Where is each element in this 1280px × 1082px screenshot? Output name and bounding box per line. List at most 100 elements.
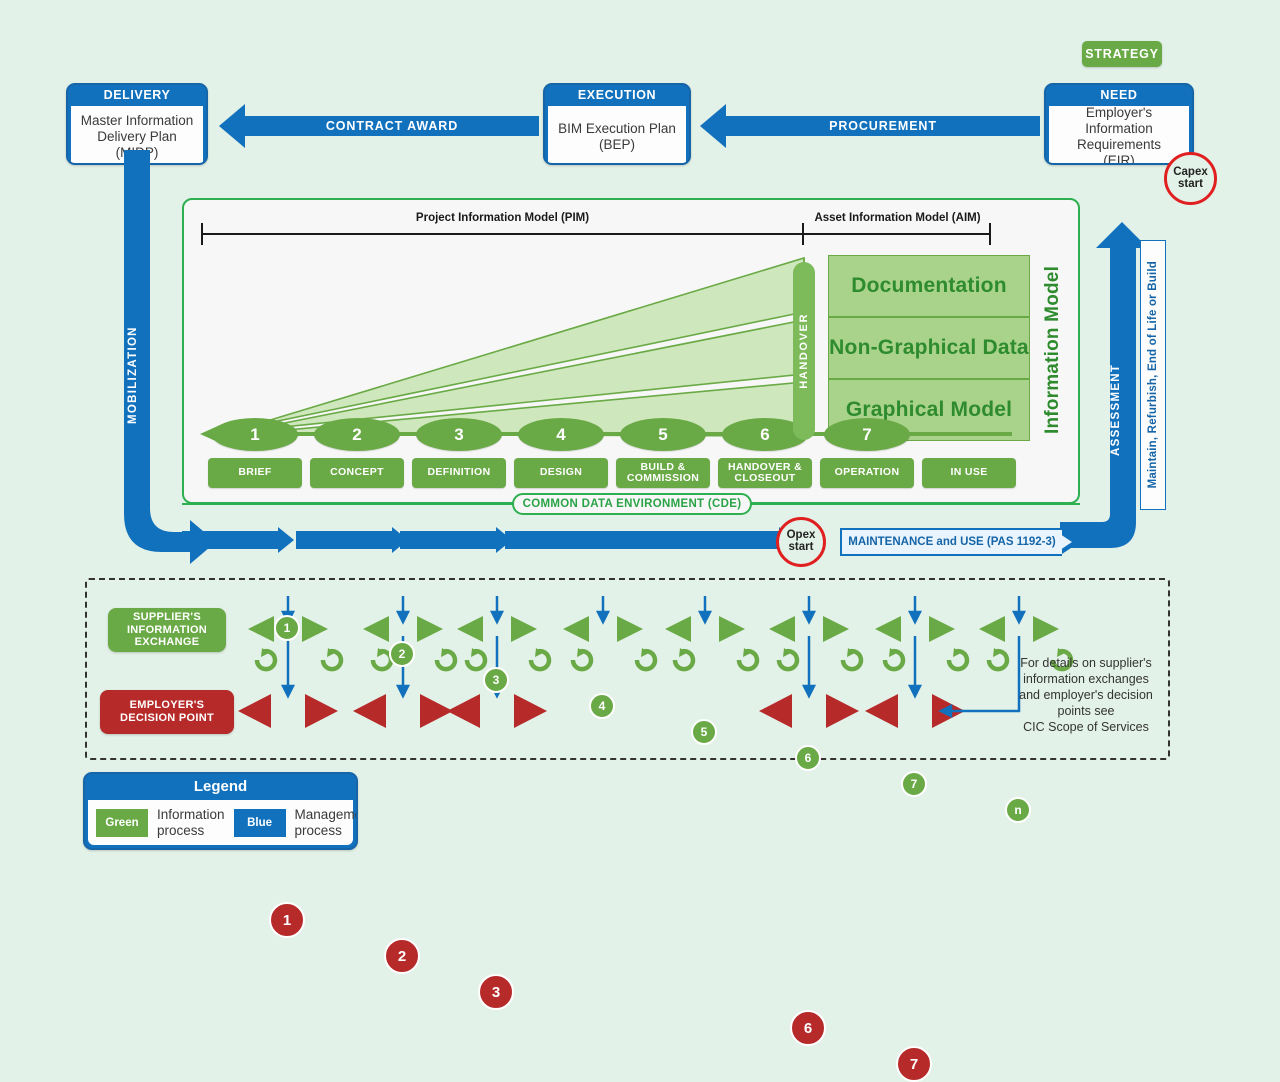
cic-note-line-1: For details on supplier's xyxy=(1020,656,1152,670)
chevron-shaft xyxy=(296,531,392,549)
information-model-label: Information Model xyxy=(1042,265,1063,435)
legend-management-line-1: Management xyxy=(294,807,356,823)
employer-node-6[interactable]: 6 xyxy=(790,1010,826,1046)
legend-body: Green Information process Blue Managemen… xyxy=(88,800,356,845)
employer-node-7[interactable]: 7 xyxy=(896,1046,932,1082)
contract-award-label: CONTRACT AWARD xyxy=(325,119,459,133)
stage-label-handover-closeout[interactable]: HANDOVER & CLOSEOUT xyxy=(718,458,812,488)
stage-ellipse-1-num: 1 xyxy=(250,424,260,444)
supplier-node-3-label: 3 xyxy=(492,673,500,687)
supplier-node-4-label: 4 xyxy=(598,699,606,713)
employer-node-7-label: 7 xyxy=(909,1055,919,1073)
stage-label-in-use-text: IN USE xyxy=(950,466,988,479)
supplier-node-4[interactable]: 4 xyxy=(589,693,615,719)
contract-award-arrow: CONTRACT AWARD xyxy=(219,104,539,148)
handover-label: HANDOVER xyxy=(798,313,810,389)
progress-chevron-1 xyxy=(182,527,294,553)
cic-note-line-2: information exchanges xyxy=(1023,672,1149,686)
supplier-node-n[interactable]: n xyxy=(1005,797,1031,823)
arrow-head-left-icon xyxy=(219,104,245,148)
supplier-node-n-label: n xyxy=(1014,803,1022,817)
legend-management-line-2: process xyxy=(294,822,342,838)
stage-ellipse-7-num: 7 xyxy=(862,424,872,444)
maintain-refurbish-label: Maintain, Refurbish, End of Life or Buil… xyxy=(1147,261,1159,489)
legend-panel: Legend Green Information process Blue Ma… xyxy=(83,772,358,850)
stage-label-in-use[interactable]: IN USE xyxy=(922,458,1016,488)
stage-label-concept[interactable]: CONCEPT xyxy=(310,458,404,488)
employer-node-2-label: 2 xyxy=(397,947,407,965)
supplier-node-1-label: 1 xyxy=(283,621,291,635)
cde-badge: COMMON DATA ENVIRONMENT (CDE) xyxy=(512,493,752,515)
legend-text-information: Information process xyxy=(157,807,225,838)
stage-label-concept-text: CONCEPT xyxy=(330,466,384,479)
aim-block-non-graphical-data: Non-Graphical Data xyxy=(828,317,1030,379)
delivery-card-header: DELIVERY xyxy=(103,88,171,102)
chevron-head-icon xyxy=(278,527,294,553)
delivery-line-1: Master Information xyxy=(80,113,194,129)
maintenance-use-arrow: MAINTENANCE and USE (PAS 1192-3) xyxy=(840,528,1080,556)
employer-node-1-label: 1 xyxy=(282,911,292,929)
cic-note-line-5: CIC Scope of Services xyxy=(1023,720,1149,734)
legend-swatch-blue: Blue xyxy=(233,808,286,837)
supplier-node-7-label: 7 xyxy=(910,777,918,791)
stage-ellipse-1[interactable]: 1 xyxy=(212,418,298,451)
stage-label-brief[interactable]: BRIEF xyxy=(208,458,302,488)
supplier-node-1[interactable]: 1 xyxy=(274,615,300,641)
aim-block-non-graphical-data-label: Non-Graphical Data xyxy=(829,336,1029,359)
capex-line-2: start xyxy=(1178,177,1203,190)
delivery-line-2: Delivery Plan xyxy=(97,129,177,145)
need-line-2: Requirements xyxy=(1076,137,1162,152)
stage-ellipse-2-num: 2 xyxy=(352,424,362,444)
supplier-node-5[interactable]: 5 xyxy=(691,719,717,745)
need-card-header: NEED xyxy=(1100,88,1138,102)
need-card[interactable]: NEED Employer's Information Requirements… xyxy=(1044,83,1194,165)
stage-ellipse-4-num: 4 xyxy=(556,424,566,444)
supplier-node-2-label: 2 xyxy=(398,647,406,661)
execution-card[interactable]: EXECUTION BIM Execution Plan (BEP) xyxy=(543,83,691,165)
execution-line-2: (BEP) xyxy=(598,137,635,152)
supplier-node-3[interactable]: 3 xyxy=(483,667,509,693)
supplier-node-5-label: 5 xyxy=(700,725,708,739)
stage-ellipse-5[interactable]: 5 xyxy=(620,418,706,451)
stage-label-definition-text: DEFINITION xyxy=(427,466,491,479)
need-card-body: Employer's Information Requirements (EIR… xyxy=(1049,105,1189,163)
stage-label-design[interactable]: DESIGN xyxy=(514,458,608,488)
employer-node-2[interactable]: 2 xyxy=(384,938,420,974)
stage-label-design-text: DESIGN xyxy=(539,466,583,479)
stage-ellipse-2[interactable]: 2 xyxy=(314,418,400,451)
cic-note-line-4: points see xyxy=(1057,704,1115,718)
aim-block-documentation: Documentation xyxy=(828,255,1030,317)
handover-bar: HANDOVER xyxy=(793,262,815,440)
capex-start-marker: Capex start xyxy=(1164,152,1217,205)
stage-label-build-commission[interactable]: BUILD & COMMISSION xyxy=(616,458,710,488)
opex-line-2: start xyxy=(788,541,814,553)
chevron-shaft xyxy=(182,531,278,549)
capex-line-1: Capex xyxy=(1173,165,1208,178)
information-model-panel: Project Information Model (PIM) Asset In… xyxy=(182,198,1080,504)
stage-ellipse-4[interactable]: 4 xyxy=(518,418,604,451)
maintain-refurbish-box: Maintain, Refurbish, End of Life or Buil… xyxy=(1140,240,1166,510)
employer-node-1[interactable]: 1 xyxy=(269,902,305,938)
cde-label: COMMON DATA ENVIRONMENT (CDE) xyxy=(522,498,742,510)
procurement-arrow: PROCUREMENT xyxy=(700,104,1040,148)
stage-label-operation-text: OPERATION xyxy=(834,466,900,479)
employer-node-3-label: 3 xyxy=(491,983,501,1001)
assessment-label: ASSESSMENT xyxy=(1110,363,1122,457)
strategy-badge: STRATEGY xyxy=(1082,41,1162,67)
stage-ellipse-7[interactable]: 7 xyxy=(824,418,910,451)
stage-label-handover-closeout-text: HANDOVER & CLOSEOUT xyxy=(727,460,803,484)
chevron-shaft xyxy=(400,531,496,549)
stage-label-brief-text: BRIEF xyxy=(238,466,272,479)
supplier-node-7[interactable]: 7 xyxy=(901,771,927,797)
legend-text-management: Management process xyxy=(294,807,356,838)
stage-ellipse-3[interactable]: 3 xyxy=(416,418,502,451)
progress-chevron-4 xyxy=(505,527,795,553)
stage-label-operation[interactable]: OPERATION xyxy=(820,458,914,488)
progress-chevron-3 xyxy=(400,527,512,553)
legend-title: Legend xyxy=(193,778,248,795)
supplier-node-6[interactable]: 6 xyxy=(795,745,821,771)
stage-label-definition[interactable]: DEFINITION xyxy=(412,458,506,488)
supplier-node-2[interactable]: 2 xyxy=(389,641,415,667)
legend-information-line-1: Information xyxy=(157,807,225,823)
employer-node-3[interactable]: 3 xyxy=(478,974,514,1010)
